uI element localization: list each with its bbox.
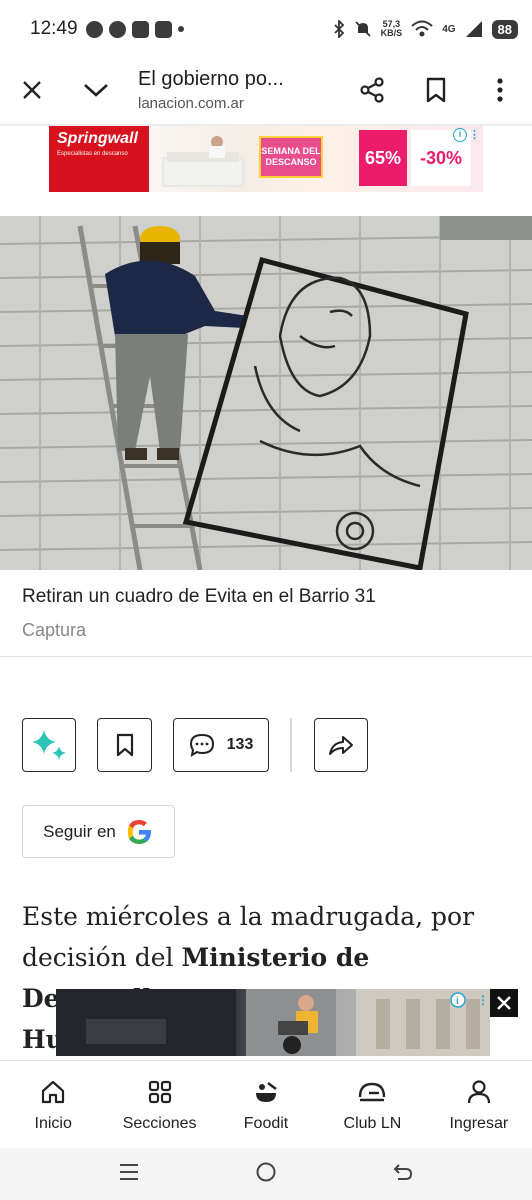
nav-label-foodit: Foodit xyxy=(243,1115,289,1132)
back-system-button[interactable] xyxy=(392,1162,414,1187)
home-circle-icon xyxy=(256,1162,276,1181)
close-button[interactable] xyxy=(0,58,64,122)
notification-icons xyxy=(85,20,184,38)
ad-brand-panel: Springwall Especialistas en descanso xyxy=(49,126,149,192)
ad-more-icon[interactable]: ⋮ xyxy=(469,128,480,141)
recent-apps-button[interactable] xyxy=(118,1162,140,1187)
grid-icon xyxy=(148,1080,171,1104)
whatsapp-icon xyxy=(85,20,103,38)
bookmark-icon xyxy=(116,733,133,757)
ad-close-button[interactable] xyxy=(490,989,518,1017)
ad-brand: Springwall xyxy=(57,130,138,147)
follow-google-button[interactable]: Seguir en xyxy=(22,805,175,858)
share-icon xyxy=(360,77,384,103)
share-arrow-icon xyxy=(329,736,353,755)
news-icon xyxy=(154,20,172,38)
share-button[interactable] xyxy=(340,58,404,122)
network-type: 4G xyxy=(442,23,456,35)
expand-button[interactable] xyxy=(64,58,128,122)
article-line-1: Este miércoles a la madrugada, por xyxy=(22,902,475,931)
nav-label-ingresar: Ingresar xyxy=(449,1115,509,1132)
bluetooth-icon xyxy=(334,20,344,38)
bottom-navigation: Inicio Secciones Foodit Club LN Ingresar xyxy=(0,1060,532,1148)
svg-text:⋮: ⋮ xyxy=(477,993,489,1007)
ad-banner-bottom[interactable]: i ⋮ xyxy=(56,989,490,1056)
nav-item-secciones[interactable]: Secciones xyxy=(106,1061,212,1148)
nav-item-club-ln[interactable]: Club LN xyxy=(319,1061,425,1148)
share-article-button[interactable] xyxy=(314,718,368,772)
nav-label-secciones: Secciones xyxy=(122,1115,197,1132)
hero-photo xyxy=(0,216,532,570)
hero-image[interactable] xyxy=(0,216,532,570)
nav-label-club-ln: Club LN xyxy=(343,1115,402,1132)
wifi-icon xyxy=(411,20,433,37)
image-caption: Retiran un cuadro de Evita en el Barrio … xyxy=(22,586,376,607)
nav-item-inicio[interactable]: Inicio xyxy=(0,1061,106,1148)
page-url: lanacion.com.ar xyxy=(138,95,244,112)
google-icon xyxy=(127,819,151,844)
youtube-icon xyxy=(131,20,149,38)
status-right: 57,3 KB/S 4G 88 xyxy=(333,19,518,39)
bookmark-button[interactable] xyxy=(404,58,468,122)
signal-icon xyxy=(465,21,482,37)
more-vert-icon xyxy=(497,78,503,102)
comment-icon xyxy=(189,733,214,757)
ad-info-icon[interactable]: i xyxy=(453,128,467,142)
chevron-down-icon xyxy=(84,84,108,97)
home-system-button[interactable] xyxy=(255,1161,277,1188)
battery-indicator: 88 xyxy=(491,19,518,39)
close-icon xyxy=(23,81,41,99)
recent-apps-icon xyxy=(119,1163,138,1180)
net-speed: 57,3 KB/S xyxy=(380,19,403,38)
more-notifications-icon xyxy=(177,26,184,32)
status-bar: 12:49 57,3 KB/S 4G 88 xyxy=(0,0,532,58)
svg-text:i: i xyxy=(456,996,459,1007)
article-line-2-normal: decisión del xyxy=(22,943,182,972)
save-article-button[interactable] xyxy=(97,718,152,772)
sparkle-icon xyxy=(32,730,66,760)
actions-divider xyxy=(290,718,292,772)
more-options-button[interactable] xyxy=(468,58,532,122)
ai-summary-button[interactable] xyxy=(22,718,76,772)
ad-bed-image xyxy=(162,136,244,187)
image-credit: Captura xyxy=(22,620,87,640)
back-icon xyxy=(393,1163,413,1180)
comments-button[interactable]: 133 xyxy=(173,718,269,772)
status-time: 12:49 xyxy=(30,18,78,39)
follow-label: Seguir en xyxy=(43,821,116,841)
comments-count: 133 xyxy=(226,736,254,753)
ad-banner-top[interactable]: Springwall Especialistas en descanso SEM… xyxy=(49,126,483,192)
close-icon xyxy=(497,996,511,1010)
mute-icon xyxy=(355,21,371,37)
browser-toolbar: El gobierno po... lanacion.com.ar xyxy=(0,58,532,122)
nav-item-foodit[interactable]: Foodit xyxy=(213,1061,319,1148)
club-ln-icon xyxy=(359,1082,386,1102)
ad-tagline: Especialistas en descanso xyxy=(57,151,128,157)
home-icon xyxy=(42,1080,65,1104)
nav-label-inicio: Inicio xyxy=(34,1115,72,1132)
user-icon xyxy=(467,1080,490,1104)
cooking-pot-icon xyxy=(256,1082,277,1102)
toolbar-title-area[interactable]: El gobierno po... lanacion.com.ar xyxy=(128,68,340,112)
page-title: El gobierno po... xyxy=(138,68,284,90)
message-icon xyxy=(108,20,126,38)
ad-bottom-image: i ⋮ xyxy=(56,989,490,1056)
nav-item-ingresar[interactable]: Ingresar xyxy=(426,1061,532,1148)
ad-discount-1: 65% xyxy=(359,130,407,186)
system-navigation xyxy=(0,1148,532,1200)
caption-divider xyxy=(0,656,532,657)
bookmark-icon xyxy=(426,77,446,103)
ad-badge: SEMANA DEL DESCANSO xyxy=(259,136,323,178)
